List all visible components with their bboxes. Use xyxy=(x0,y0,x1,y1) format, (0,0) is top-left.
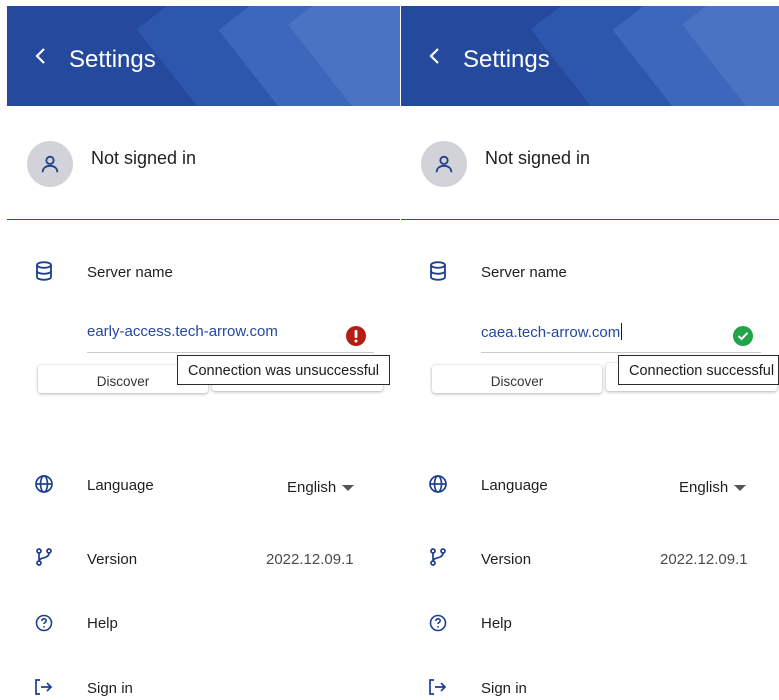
person-icon xyxy=(435,155,453,173)
page-title: Settings xyxy=(463,46,550,73)
version-label: Version xyxy=(481,551,532,568)
branch-icon xyxy=(33,546,55,568)
version-value: 2022.12.09.1 xyxy=(660,551,748,568)
server-name-label: Server name xyxy=(87,264,173,281)
version-value: 2022.12.09.1 xyxy=(266,551,354,568)
caret-down-icon xyxy=(342,484,355,491)
page-title: Settings xyxy=(69,46,156,73)
profile-section: Not signed in xyxy=(7,106,400,220)
app-header: Settings xyxy=(401,6,779,106)
sign-in-label[interactable]: Sign in xyxy=(87,680,133,697)
settings-panel-left: Settings Not signed in Server name early… xyxy=(7,6,400,700)
language-select[interactable]: English xyxy=(679,479,747,496)
database-icon xyxy=(427,260,449,282)
globe-icon xyxy=(33,473,55,495)
language-label: Language xyxy=(481,477,548,494)
discover-button[interactable]: Discover xyxy=(432,365,602,393)
question-circle-icon xyxy=(33,612,55,634)
help-label[interactable]: Help xyxy=(87,615,118,632)
caret-down-icon xyxy=(734,484,747,491)
app-header: Settings xyxy=(7,6,400,106)
server-name-input[interactable]: early-access.tech-arrow.com xyxy=(87,316,374,353)
connection-tooltip: Connection successful xyxy=(618,355,779,385)
language-label: Language xyxy=(87,477,154,494)
help-label[interactable]: Help xyxy=(481,615,512,632)
globe-icon xyxy=(427,473,449,495)
error-icon xyxy=(346,326,366,346)
avatar[interactable] xyxy=(27,141,73,187)
avatar[interactable] xyxy=(421,141,467,187)
sign-in-arrow-icon xyxy=(33,676,55,698)
sign-in-status: Not signed in xyxy=(485,148,591,168)
connection-tooltip: Connection was unsuccessful xyxy=(177,355,391,385)
database-icon xyxy=(33,260,55,282)
profile-section: Not signed in xyxy=(401,106,779,220)
server-url-value: early-access.tech-arrow.com xyxy=(87,323,278,340)
language-value: English xyxy=(679,479,729,496)
version-label: Version xyxy=(87,551,138,568)
question-circle-icon xyxy=(427,612,449,634)
language-select[interactable]: English xyxy=(287,479,355,496)
server-url-value-wrap: caea.tech-arrow.com xyxy=(481,323,623,341)
server-name-input[interactable]: caea.tech-arrow.com xyxy=(481,316,761,353)
server-name-label: Server name xyxy=(481,264,567,281)
branch-icon xyxy=(427,546,449,568)
sign-in-arrow-icon xyxy=(427,676,449,698)
back-chevron-icon[interactable] xyxy=(423,44,447,68)
settings-panel-right: Settings Not signed in Server name caea.… xyxy=(401,6,779,700)
language-value: English xyxy=(287,479,337,496)
sign-in-label[interactable]: Sign in xyxy=(481,680,527,697)
person-icon xyxy=(41,155,59,173)
check-circle-icon xyxy=(733,326,753,346)
sign-in-status: Not signed in xyxy=(91,148,197,168)
text-caret xyxy=(621,323,623,340)
server-url-value: caea.tech-arrow.com xyxy=(481,324,621,341)
back-chevron-icon[interactable] xyxy=(29,44,53,68)
